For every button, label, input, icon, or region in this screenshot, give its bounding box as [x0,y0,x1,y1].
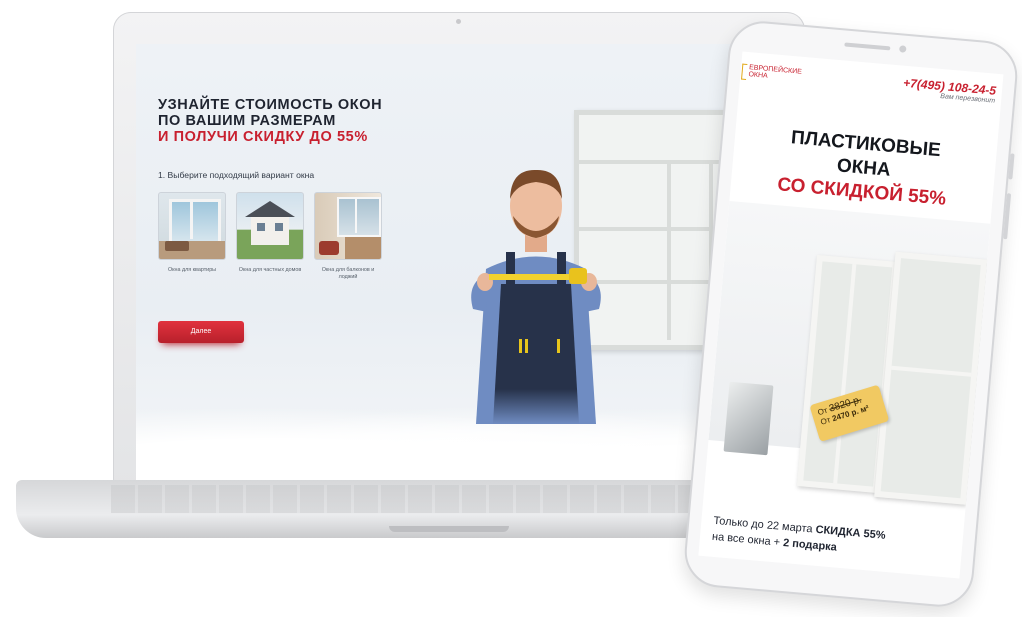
promo-title: ПЛАСТИКОВЫЕ ОКНА СО СКИДКОЙ 55% [730,121,997,216]
option-balcony-label: Окна для балконов и лоджий [321,267,375,280]
option-house[interactable]: Окна для частных домов [236,192,304,274]
step-label: 1. Выберите подходящий вариант окна [158,170,315,180]
logo-bracket-icon [741,63,748,80]
heading-line-1: УЗНАЙТЕ СТОИМОСТЬ ОКОН [158,97,383,113]
apartment-image [158,192,226,260]
price-new-prefix: От [819,415,832,427]
footer-line-2-text: на все окна + [711,530,784,549]
house-image [236,192,304,260]
option-house-label: Окна для частных домов [238,267,302,273]
promo-footer: Только до 22 марта СКИДКА 55% на все окн… [711,513,886,560]
landing-heading: УЗНАЙТЕ СТОИМОСТЬ ОКОН ПО ВАШИМ РАЗМЕРАМ… [158,97,458,145]
balcony-image [314,192,382,260]
option-balcony[interactable]: Окна для балконов и лоджий [314,192,382,281]
heading-line-2: ПО ВАШИМ РАЗМЕРАМ [158,113,336,129]
phone-side-button [1008,153,1015,180]
laptop-camera [456,19,461,24]
cloud-background [136,394,784,484]
phone-screen: ЕВРОПЕЙСКИЕ ОКНА +7(495) 108-24-5 Вам пе… [698,51,1004,579]
heading-line-3: И ПОЛУЧИ СКИДКУ ДО 55% [158,129,368,145]
phone: ЕВРОПЕЙСКИЕ ОКНА +7(495) 108-24-5 Вам пе… [681,18,1021,610]
laptop-notch [389,526,509,532]
worker-image [471,169,601,424]
option-apartment-label: Окна для квартиры [167,267,217,273]
window-profile-image [723,381,774,456]
footer-gifts: 2 подарка [782,536,838,554]
option-apartment[interactable]: Окна для квартиры [158,192,226,274]
next-button[interactable]: Далее [158,321,244,343]
laptop-screen: УЗНАЙТЕ СТОИМОСТЬ ОКОН ПО ВАШИМ РАЗМЕРАМ… [136,44,784,484]
logo[interactable]: ЕВРОПЕЙСКИЕ ОКНА [741,63,802,83]
